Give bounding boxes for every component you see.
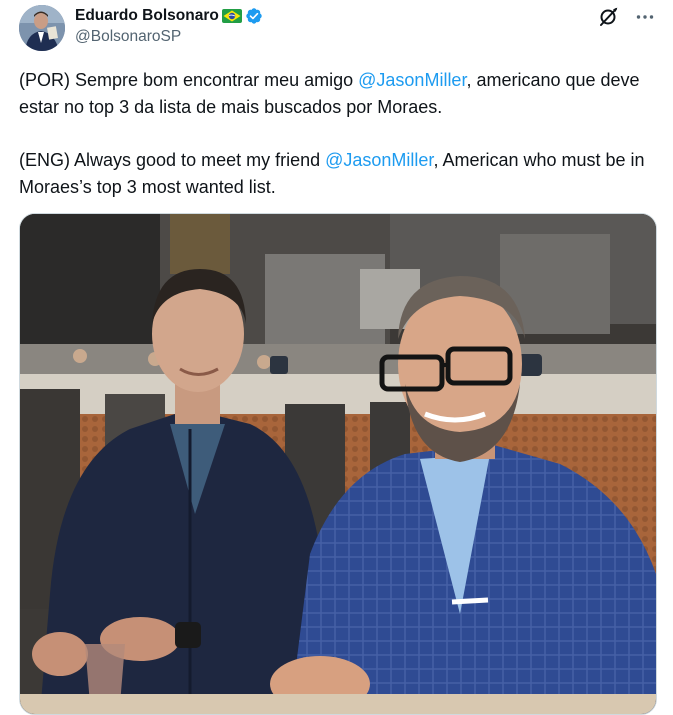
text-segment: (POR) Sempre bom encontrar meu amigo <box>19 70 359 90</box>
more-options-icon[interactable] <box>635 7 655 27</box>
mention-link[interactable]: @JasonMiller <box>358 70 466 90</box>
tweet-card: Eduardo Bolsonaro @BolsonaroSP (POR) Sem… <box>0 0 673 715</box>
mention-link[interactable]: @JasonMiller <box>325 150 433 170</box>
display-name[interactable]: Eduardo Bolsonaro <box>75 7 219 25</box>
text-segment: (ENG) Always good to meet my friend <box>19 150 326 170</box>
author-handle[interactable]: @BolsonaroSP <box>75 28 263 46</box>
brazil-flag-icon <box>221 9 242 23</box>
tweet-text: (POR) Sempre bom encontrar meu amigo @Ja… <box>19 67 659 201</box>
tweet-photo[interactable] <box>19 213 657 715</box>
paragraph-eng: (ENG) Always good to meet my friend @Jas… <box>19 147 659 201</box>
paragraph-por: (POR) Sempre bom encontrar meu amigo @Ja… <box>19 67 659 121</box>
tweet-actions <box>597 6 655 28</box>
verified-badge-icon[interactable] <box>245 7 263 25</box>
author-block: Eduardo Bolsonaro @BolsonaroSP <box>75 5 263 46</box>
grok-icon[interactable] <box>597 6 619 28</box>
avatar[interactable] <box>19 5 65 51</box>
